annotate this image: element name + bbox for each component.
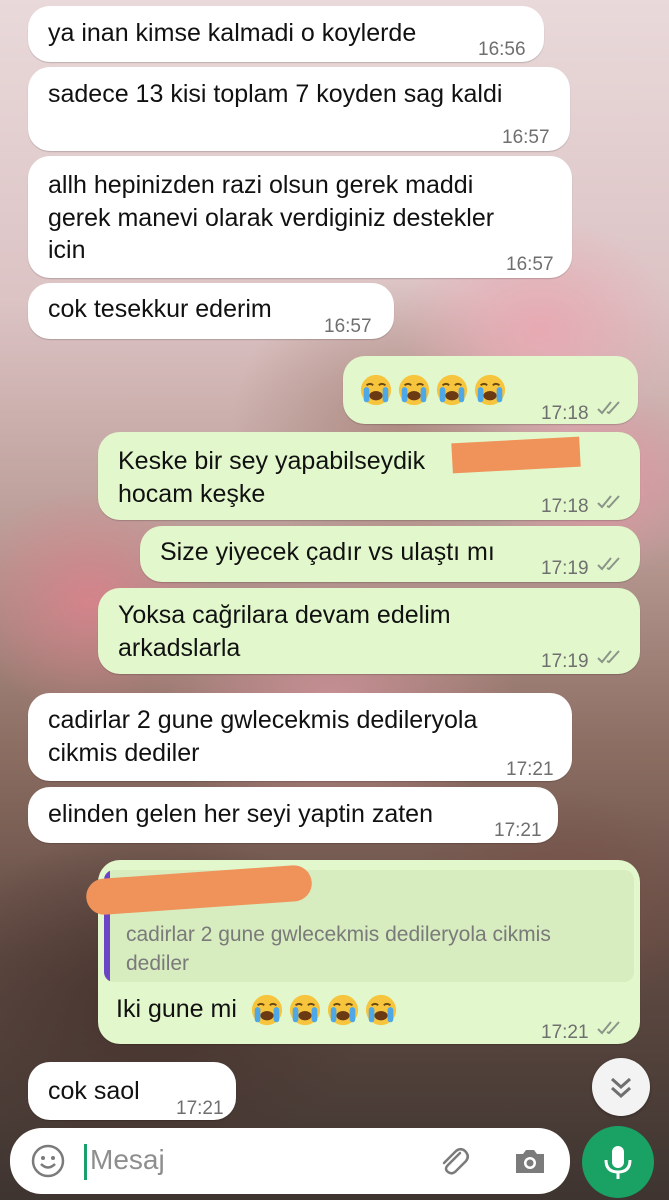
crying-face-icon bbox=[288, 993, 322, 1027]
scroll-to-bottom-button[interactable] bbox=[592, 1058, 650, 1116]
text-cursor bbox=[84, 1144, 87, 1180]
double-check-icon bbox=[597, 1020, 627, 1036]
quoted-text: dediler bbox=[126, 952, 190, 975]
message-text: Keske bir sey yapabilseydik bbox=[118, 447, 426, 475]
camera-icon[interactable] bbox=[510, 1141, 550, 1181]
incoming-message[interactable]: ya inan kimse kalmadi o koylerde 16:56 bbox=[28, 6, 544, 62]
message-text: sadece 13 kisi toplam 7 koyden sag kaldi bbox=[48, 80, 503, 108]
smiley-icon[interactable] bbox=[30, 1143, 66, 1179]
reply-text: Iki gune mi bbox=[116, 995, 237, 1023]
double-chevron-down-icon bbox=[611, 1077, 631, 1099]
crying-face-icon bbox=[359, 373, 393, 407]
message-time: 17:18 bbox=[541, 403, 589, 424]
incoming-message[interactable]: cok saol 17:21 bbox=[28, 1062, 236, 1120]
message-text: Yoksa cağrilara devam edelim bbox=[118, 601, 451, 629]
voice-record-button[interactable] bbox=[582, 1126, 654, 1198]
message-input[interactable]: Mesaj bbox=[90, 1144, 165, 1176]
crying-face-icon bbox=[473, 373, 507, 407]
incoming-message[interactable]: allh hepinizden razi olsun gerek maddi g… bbox=[28, 156, 572, 278]
crying-face-icon bbox=[250, 993, 284, 1027]
quoted-text: cadirlar 2 gune gwlecekmis dedileryola c… bbox=[126, 923, 551, 946]
message-time: 16:56 bbox=[478, 39, 526, 60]
incoming-message[interactable]: sadece 13 kisi toplam 7 koyden sag kaldi… bbox=[28, 67, 570, 151]
message-text: allh hepinizden razi olsun gerek maddi bbox=[48, 171, 474, 199]
message-text: hocam keşke bbox=[118, 480, 266, 508]
message-time: 16:57 bbox=[324, 316, 372, 337]
paperclip-icon[interactable] bbox=[434, 1141, 474, 1181]
incoming-message[interactable]: cok tesekkur ederim 16:57 bbox=[28, 283, 394, 339]
crying-face-icon bbox=[397, 373, 431, 407]
double-check-icon bbox=[597, 556, 627, 572]
message-text: icin bbox=[48, 236, 86, 264]
double-check-icon bbox=[597, 649, 627, 665]
outgoing-message[interactable]: 17:18 bbox=[343, 356, 638, 424]
message-time: 16:57 bbox=[506, 254, 554, 275]
microphone-icon bbox=[604, 1146, 632, 1179]
message-text: cadirlar 2 gune gwlecekmis dedileryola bbox=[48, 706, 478, 734]
outgoing-message[interactable]: Yoksa cağrilara devam edelim arkadslarla… bbox=[98, 588, 640, 674]
incoming-message[interactable]: cadirlar 2 gune gwlecekmis dedileryola c… bbox=[28, 693, 572, 781]
message-text: Size yiyecek çadır vs ulaştı mı bbox=[160, 538, 495, 566]
message-text: Iki gune mi bbox=[116, 992, 402, 1027]
message-time: 17:21 bbox=[176, 1098, 224, 1119]
incoming-message[interactable]: elinden gelen her seyi yaptin zaten 17:2… bbox=[28, 787, 558, 843]
message-text: arkadslarla bbox=[118, 634, 241, 662]
crying-face-icon bbox=[326, 993, 360, 1027]
message-time: 16:57 bbox=[502, 127, 550, 148]
message-text: ya inan kimse kalmadi o koylerde bbox=[48, 19, 417, 47]
emoji-row bbox=[359, 372, 511, 407]
message-time: 17:21 bbox=[494, 820, 542, 841]
outgoing-message[interactable]: Size yiyecek çadır vs ulaştı mı 17:19 bbox=[140, 526, 640, 582]
crying-face-icon bbox=[435, 373, 469, 407]
message-time: 17:18 bbox=[541, 496, 589, 517]
message-text: cok tesekkur ederim bbox=[48, 295, 272, 323]
message-text: elinden gelen her seyi yaptin zaten bbox=[48, 800, 433, 828]
message-text: cok saol bbox=[48, 1077, 140, 1105]
message-input-bar: Mesaj bbox=[10, 1128, 570, 1194]
crying-face-icon bbox=[364, 993, 398, 1027]
message-time: 17:21 bbox=[506, 759, 554, 780]
message-time: 17:19 bbox=[541, 651, 589, 672]
message-time: 17:21 bbox=[541, 1022, 589, 1043]
message-text: gerek manevi olarak verdiginiz destekler bbox=[48, 204, 495, 232]
double-check-icon bbox=[597, 494, 627, 510]
message-time: 17:19 bbox=[541, 558, 589, 579]
double-check-icon bbox=[597, 400, 627, 416]
message-text: cikmis dediler bbox=[48, 739, 200, 767]
